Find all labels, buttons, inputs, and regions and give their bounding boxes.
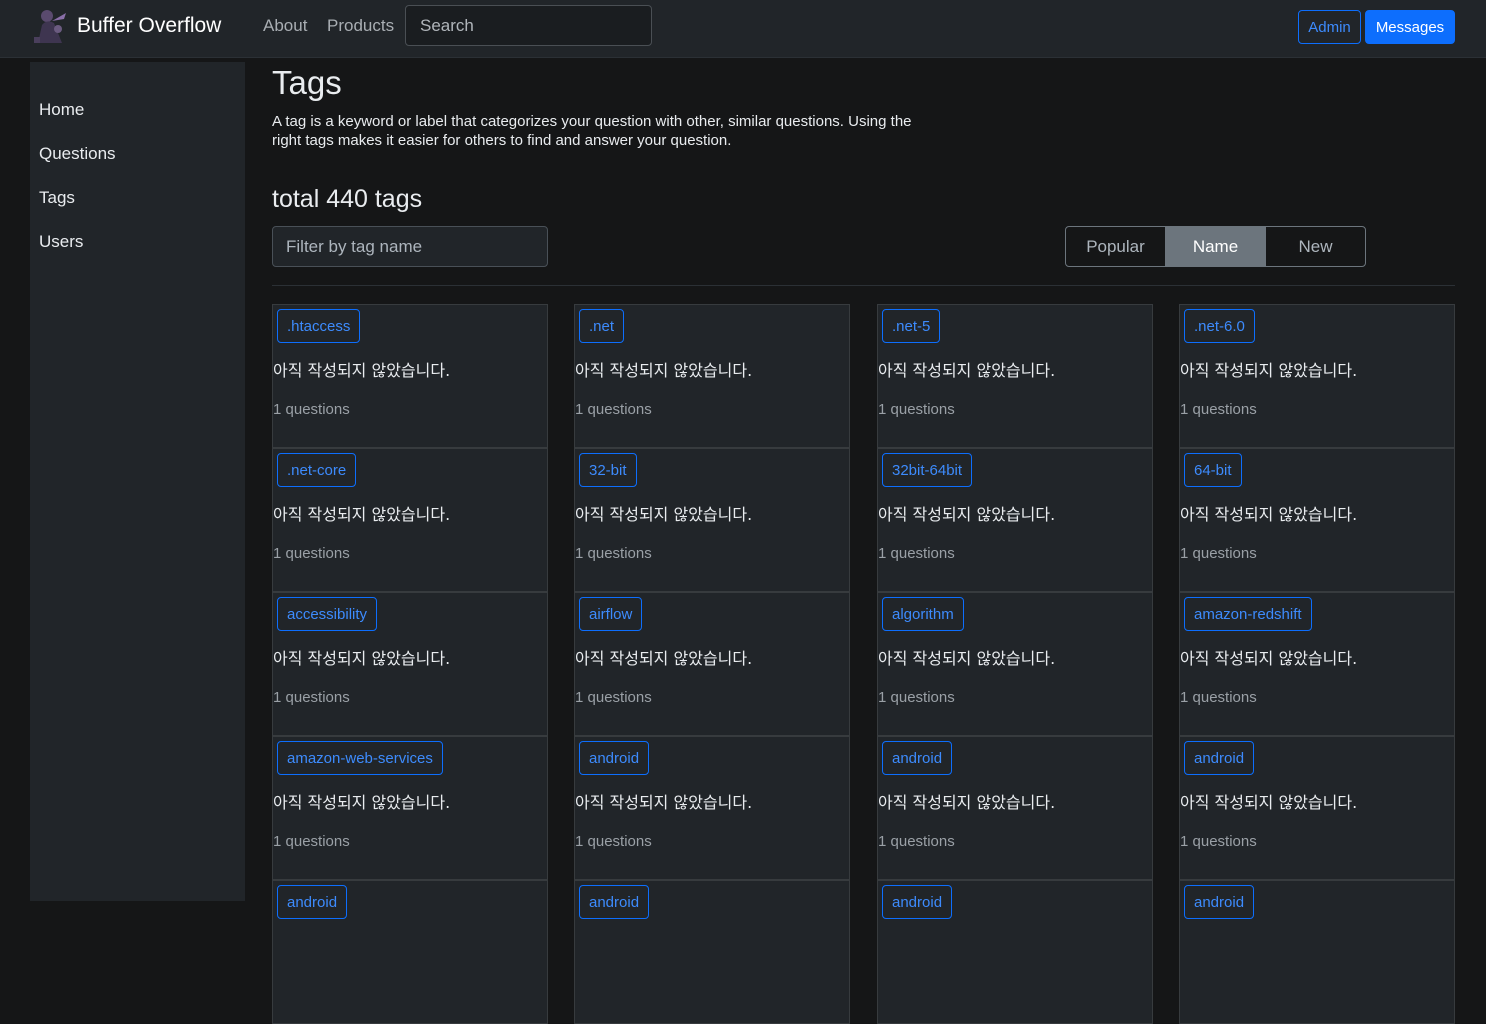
tag-badge[interactable]: android [1184,741,1255,775]
tag-card: 64-bit 아직 작성되지 않았습니다. 1 questions [1179,448,1455,592]
tag-card: .net 아직 작성되지 않았습니다. 1 questions [574,304,850,448]
tag-card: android 아직 작성되지 않았습니다. 1 questions [877,736,1153,880]
tag-badge[interactable]: airflow [579,597,643,631]
tag-question-count: 1 questions [575,689,652,706]
brand-name: Buffer Overflow [77,14,222,37]
tag-badge[interactable]: amazon-web-services [277,741,443,775]
tag-description: 아직 작성되지 않았습니다. [273,505,451,524]
tag-description: 아직 작성되지 않았습니다. [878,361,1056,380]
tag-badge[interactable]: android [1184,885,1255,919]
tag-card: algorithm 아직 작성되지 않았습니다. 1 questions [877,592,1153,736]
tag-question-count: 1 questions [273,833,350,850]
tag-description: 아직 작성되지 않았습니다. [878,793,1056,812]
tag-badge[interactable]: algorithm [882,597,964,631]
tag-description: 아직 작성되지 않았습니다. [1180,361,1358,380]
tag-question-count: 1 questions [878,833,955,850]
tag-question-count: 1 questions [1180,401,1257,418]
sidebar-item-users[interactable]: Users [39,232,83,252]
admin-button[interactable]: Admin [1298,10,1361,44]
tag-question-count: 1 questions [1180,545,1257,562]
tag-card: android 아직 작성되지 않았습니다. 1 questions [574,736,850,880]
tag-card: android [574,880,850,1024]
tag-grid: .htaccess 아직 작성되지 않았습니다. 1 questions .net 아직… [272,304,1455,1024]
tag-badge[interactable]: android [882,741,953,775]
tag-badge[interactable]: .net [579,309,625,343]
tag-question-count: 1 questions [878,401,955,418]
tag-description: 아직 작성되지 않았습니다. [273,793,451,812]
brand-link[interactable]: Buffer Overflow [32,7,221,45]
page-title: Tags [272,64,342,101]
nav-link-about[interactable]: About [263,16,307,36]
sidebar-item-tags[interactable]: Tags [39,188,75,208]
tag-question-count: 1 questions [878,689,955,706]
top-navbar: Buffer Overflow About Products Admin Mes… [0,0,1486,58]
tag-badge[interactable]: android [579,741,650,775]
tag-card: amazon-redshift 아직 작성되지 않았습니다. 1 questions [1179,592,1455,736]
tag-card: amazon-web-services 아직 작성되지 않았습니다. 1 quest… [272,736,548,880]
tag-card: .net-5 아직 작성되지 않았습니다. 1 questions [877,304,1153,448]
tag-card: android [272,880,548,1024]
tag-badge[interactable]: 64-bit [1184,453,1242,487]
sort-name-button[interactable]: Name [1165,226,1266,267]
tag-badge[interactable]: 32bit-64bit [882,453,973,487]
sort-button-group: Popular Name New [1065,226,1368,267]
sort-new-button[interactable]: New [1265,226,1366,267]
tag-card: .net-6.0 아직 작성되지 않았습니다. 1 questions [1179,304,1455,448]
tag-badge[interactable]: .net-5 [882,309,941,343]
tag-question-count: 1 questions [1180,833,1257,850]
tag-card: .net-core 아직 작성되지 않았습니다. 1 questions [272,448,548,592]
tag-badge[interactable]: .net-core [277,453,357,487]
tag-filter-input[interactable] [272,226,548,267]
tag-description: 아직 작성되지 않았습니다. [1180,505,1358,524]
tag-question-count: 1 questions [575,401,652,418]
tag-description: 아직 작성되지 않았습니다. [878,649,1056,668]
sidebar: Home Questions Tags Users [30,62,245,901]
page-description: A tag is a keyword or label that categor… [272,113,912,149]
sort-popular-button[interactable]: Popular [1065,226,1166,267]
tag-badge[interactable]: android [277,885,348,919]
tag-description: 아직 작성되지 않았습니다. [575,793,753,812]
tag-badge[interactable]: android [882,885,953,919]
tag-question-count: 1 questions [878,545,955,562]
tag-badge[interactable]: accessibility [277,597,378,631]
tag-badge[interactable]: .net-6.0 [1184,309,1255,343]
total-tags-heading: total 440 tags [272,185,423,213]
tag-description: 아직 작성되지 않았습니다. [1180,793,1358,812]
tag-question-count: 1 questions [575,545,652,562]
tag-description: 아직 작성되지 않았습니다. [575,505,753,524]
tag-question-count: 1 questions [273,545,350,562]
tag-badge[interactable]: .htaccess [277,309,361,343]
tag-description: 아직 작성되지 않았습니다. [273,649,451,668]
tag-badge[interactable]: 32-bit [579,453,637,487]
tag-card: android [877,880,1153,1024]
tag-card: android 아직 작성되지 않았습니다. 1 questions [1179,736,1455,880]
tag-question-count: 1 questions [273,401,350,418]
tag-question-count: 1 questions [273,689,350,706]
tag-badge[interactable]: amazon-redshift [1184,597,1312,631]
brand-logo-icon [32,7,70,45]
sidebar-item-home[interactable]: Home [39,100,84,120]
tag-description: 아직 작성되지 않았습니다. [575,361,753,380]
tag-description: 아직 작성되지 않았습니다. [575,649,753,668]
tag-card: 32bit-64bit 아직 작성되지 않았습니다. 1 questions [877,448,1153,592]
divider [272,285,1455,286]
tag-card: android [1179,880,1455,1024]
tag-card: .htaccess 아직 작성되지 않았습니다. 1 questions [272,304,548,448]
messages-button[interactable]: Messages [1365,10,1455,44]
tag-description: 아직 작성되지 않았습니다. [1180,649,1358,668]
tag-card: accessibility 아직 작성되지 않았습니다. 1 questions [272,592,548,736]
tag-card: airflow 아직 작성되지 않았습니다. 1 questions [574,592,850,736]
nav-link-products[interactable]: Products [327,16,394,36]
sidebar-item-questions[interactable]: Questions [39,144,116,164]
tag-badge[interactable]: android [579,885,650,919]
search-input[interactable] [405,5,652,46]
tag-question-count: 1 questions [575,833,652,850]
tag-description: 아직 작성되지 않았습니다. [273,361,451,380]
tag-question-count: 1 questions [1180,689,1257,706]
tag-card: 32-bit 아직 작성되지 않았습니다. 1 questions [574,448,850,592]
tag-description: 아직 작성되지 않았습니다. [878,505,1056,524]
